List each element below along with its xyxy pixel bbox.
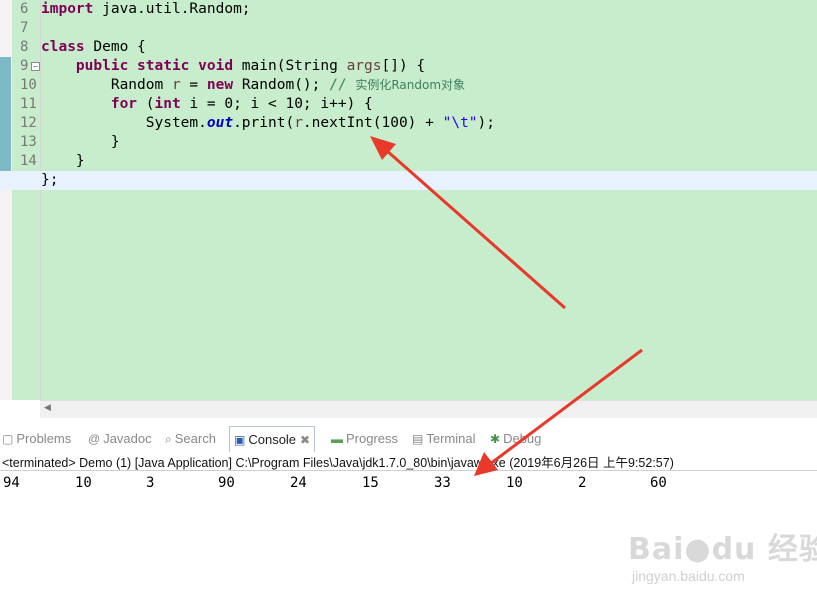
code-token: []) {	[381, 58, 426, 74]
watermark-url: jingyan.baidu.com	[632, 568, 745, 584]
tab-label: Search	[174, 431, 216, 446]
terminal-icon: ▤	[412, 432, 424, 446]
keyword-token: import	[41, 1, 94, 17]
watermark-brand: Bai●du 经验	[628, 532, 817, 567]
code-token: i = 0; i < 10; i++) {	[180, 96, 373, 112]
code-token: (	[137, 96, 155, 112]
line-number: 14	[20, 153, 37, 169]
tab-console[interactable]: ▣ Console ✖	[229, 426, 316, 452]
line-number: 8	[20, 39, 29, 55]
horizontal-scrollbar[interactable]: ◀	[40, 400, 817, 418]
change-marker	[0, 76, 11, 95]
console-icon: ▣	[234, 433, 246, 447]
keyword-token: for	[110, 96, 138, 112]
tab-label: Console	[248, 432, 297, 447]
output-value: 3	[146, 475, 155, 491]
output-value: 33	[434, 475, 451, 491]
tab-label: Debug	[503, 431, 542, 446]
tab-label: Terminal	[426, 431, 476, 446]
code-line[interactable]	[41, 19, 817, 38]
console-status-line: <terminated> Demo (1) [Java Application]…	[2, 456, 674, 470]
tab-debug[interactable]: ✱ Debug	[490, 426, 541, 451]
output-value: 15	[362, 475, 379, 491]
javadoc-icon: @	[88, 432, 101, 446]
comment-token: //	[329, 77, 356, 93]
output-value: 60	[650, 475, 667, 491]
code-token: java.util.Random;	[93, 1, 251, 17]
keyword-token: new	[206, 77, 234, 93]
field-token: out	[206, 115, 234, 131]
close-icon[interactable]: ✖	[300, 433, 310, 447]
output-value: 10	[75, 475, 92, 491]
change-marker	[0, 114, 11, 133]
code-token: Random();	[233, 77, 330, 93]
change-marker	[0, 133, 11, 152]
code-line[interactable]: }	[41, 152, 817, 171]
scroll-left-icon[interactable]: ◀	[44, 403, 51, 413]
code-token: =	[180, 77, 207, 93]
line-number: 13	[20, 134, 37, 150]
output-value: 10	[506, 475, 523, 491]
change-marker	[0, 95, 11, 114]
tab-label: Javadoc	[103, 431, 152, 446]
variable-token: r	[171, 77, 181, 93]
code-line[interactable]: class Demo {	[41, 38, 817, 57]
line-number: 9 −	[12, 57, 40, 76]
console-output[interactable]: 94 10 3 90 24 15 33 10 2 60	[0, 470, 817, 493]
line-number-gutter: 6 7 8 9 − 10 11 12 13 14 15	[12, 0, 41, 400]
output-value: 24	[290, 475, 307, 491]
tab-terminal[interactable]: ▤ Terminal	[412, 426, 475, 451]
line-number: 7	[20, 20, 29, 36]
current-code-line[interactable]: };	[0, 171, 817, 190]
fold-toggle-icon[interactable]: −	[31, 62, 40, 71]
output-value: 2	[578, 475, 587, 491]
tab-javadoc[interactable]: @ Javadoc	[88, 426, 152, 451]
views-tab-bar: ▢ Problems @ Javadoc ⌕ Search ▣ Console ✖ ▬ Pr…	[0, 426, 817, 452]
debug-icon: ✱	[490, 432, 501, 446]
code-token: Demo {	[84, 39, 146, 55]
tab-label: Progress	[346, 431, 399, 446]
code-editor[interactable]: 6 7 8 9 − 10 11 12 13 14 15 import java.…	[0, 0, 817, 400]
code-line[interactable]: Random r = new Random(); // 实例化Random对象	[41, 76, 817, 95]
variable-token: args	[346, 58, 382, 74]
code-token: .nextInt(100) +	[302, 115, 443, 131]
tab-problems[interactable]: ▢ Problems	[2, 426, 71, 451]
keyword-token: class	[41, 39, 85, 55]
code-token: );	[477, 115, 495, 131]
line-number: 10	[20, 77, 37, 93]
problems-icon: ▢	[2, 432, 14, 446]
output-value: 90	[218, 475, 235, 491]
change-marker	[0, 57, 11, 76]
tab-search[interactable]: ⌕ Search	[165, 426, 216, 451]
code-token: System.	[41, 115, 207, 131]
output-value: 94	[3, 475, 20, 491]
comment-text: 实例化Random对象	[355, 78, 466, 92]
code-line[interactable]: System.out.print(r.nextInt(100) + "\t");	[41, 114, 817, 133]
progress-icon: ▬	[331, 432, 343, 446]
code-line[interactable]: public static void main(String args[]) {	[41, 57, 817, 76]
code-line[interactable]: }	[41, 133, 817, 152]
code-token: main(String	[233, 58, 347, 74]
code-line[interactable]: import java.util.Random;	[41, 0, 817, 19]
search-icon: ⌕	[165, 432, 172, 446]
code-token: .print(	[233, 115, 295, 131]
tab-progress[interactable]: ▬ Progress	[331, 426, 398, 451]
watermark: Bai●du 经验 jingyan.baidu.com	[620, 516, 817, 596]
line-number: 12	[20, 115, 37, 131]
code-line[interactable]: for (int i = 0; i < 10; i++) {	[41, 95, 817, 114]
code-text-area[interactable]: import java.util.Random; class Demo { pu…	[0, 0, 817, 400]
change-marker	[0, 152, 11, 171]
keyword-token: public static void	[75, 58, 234, 74]
line-number: 6	[20, 1, 29, 17]
variable-token: r	[294, 115, 303, 131]
code-token: Random	[41, 77, 172, 93]
tab-label: Problems	[16, 431, 72, 446]
keyword-token: int	[154, 96, 181, 112]
line-number: 11	[20, 96, 37, 112]
string-token: "\t"	[442, 115, 478, 131]
overview-ruler	[0, 0, 12, 400]
line-number-label: 9	[20, 58, 29, 74]
